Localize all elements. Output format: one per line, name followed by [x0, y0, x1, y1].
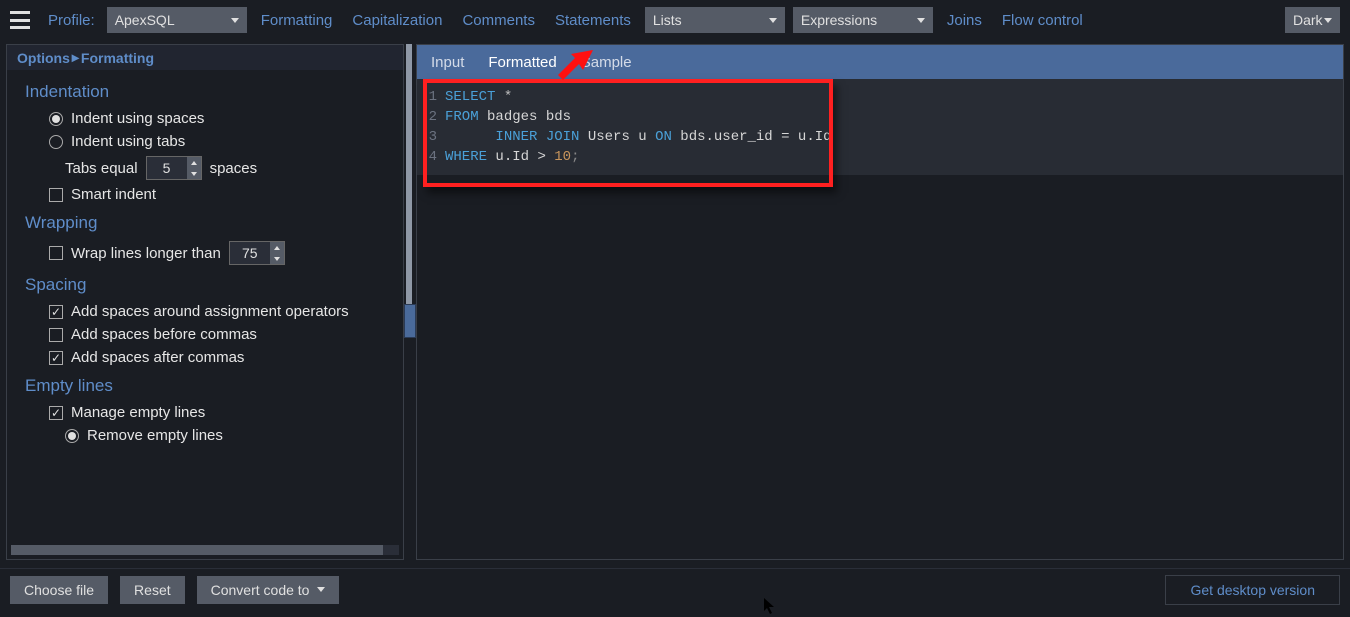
editor-tabs: Input Formatted Sample: [417, 45, 1343, 79]
radio-remove-empty[interactable]: [65, 429, 79, 443]
main-area: Options ▸ Formatting Indentation Indent …: [0, 40, 1350, 560]
menu-formatting[interactable]: Formatting: [255, 12, 339, 29]
code-view[interactable]: 1SELECT * 2FROM badges bds 3 INNER JOIN …: [417, 79, 1343, 175]
label-spaces-before-commas: Add spaces before commas: [71, 326, 257, 343]
profile-label: Profile:: [48, 12, 95, 29]
theme-value: Dark: [1293, 12, 1323, 28]
label-indent-tabs: Indent using tabs: [71, 133, 185, 150]
profile-value: ApexSQL: [115, 12, 175, 28]
code-container: 1SELECT * 2FROM badges bds 3 INNER JOIN …: [417, 79, 1343, 175]
choose-file-button[interactable]: Choose file: [10, 576, 108, 604]
hamburger-icon[interactable]: [10, 11, 30, 29]
line-number: 3: [417, 127, 445, 147]
radio-indent-spaces[interactable]: [49, 112, 63, 126]
section-indentation: Indentation: [25, 82, 385, 102]
breadcrumb-root[interactable]: Options: [17, 50, 70, 66]
menu-expressions-dropdown[interactable]: Expressions: [793, 7, 933, 33]
wrap-length-input[interactable]: [230, 242, 270, 264]
theme-dropdown[interactable]: Dark: [1285, 7, 1340, 33]
options-horizontal-scrollbar[interactable]: [11, 545, 399, 555]
breadcrumb-leaf[interactable]: Formatting: [81, 50, 154, 66]
reset-button[interactable]: Reset: [120, 576, 185, 604]
radio-indent-tabs[interactable]: [49, 135, 63, 149]
stepper-down-icon[interactable]: [187, 168, 201, 179]
options-panel: Options ▸ Formatting Indentation Indent …: [6, 44, 404, 560]
lists-label: Lists: [653, 12, 682, 28]
stepper-up-icon[interactable]: [187, 157, 201, 168]
stepper-down-icon[interactable]: [270, 253, 284, 264]
breadcrumb: Options ▸ Formatting: [7, 45, 403, 70]
menu-joins[interactable]: Joins: [941, 12, 988, 29]
label-smart-indent: Smart indent: [71, 186, 156, 203]
label-wrap-lines: Wrap lines longer than: [71, 245, 221, 262]
label-tabs-equal-pre: Tabs equal: [65, 160, 138, 177]
caret-down-icon: [231, 18, 239, 23]
profile-dropdown[interactable]: ApexSQL: [107, 7, 247, 33]
checkbox-spaces-before-commas[interactable]: [49, 328, 63, 342]
label-remove-empty: Remove empty lines: [87, 427, 223, 444]
section-empty-lines: Empty lines: [25, 376, 385, 396]
caret-down-icon: [917, 18, 925, 23]
caret-down-icon: [769, 18, 777, 23]
breadcrumb-sep-icon: ▸: [72, 49, 79, 66]
label-manage-empty: Manage empty lines: [71, 404, 205, 421]
top-bar: Profile: ApexSQL Formatting Capitalizati…: [0, 0, 1350, 40]
section-wrapping: Wrapping: [25, 213, 385, 233]
bottom-bar: Choose file Reset Convert code to Get de…: [0, 568, 1350, 610]
wrap-length-stepper[interactable]: [229, 241, 285, 265]
get-desktop-version-link[interactable]: Get desktop version: [1165, 575, 1340, 605]
editor-panel: Input Formatted Sample 1SELECT * 2FROM b…: [416, 44, 1344, 560]
menu-statements[interactable]: Statements: [549, 12, 637, 29]
menu-capitalization[interactable]: Capitalization: [346, 12, 448, 29]
tabs-equal-stepper[interactable]: [146, 156, 202, 180]
tab-sample[interactable]: Sample: [581, 54, 632, 71]
expressions-label: Expressions: [801, 12, 877, 28]
caret-down-icon: [317, 587, 325, 592]
checkbox-spaces-assign[interactable]: [49, 305, 63, 319]
panel-splitter[interactable]: [404, 44, 414, 560]
label-spaces-assign: Add spaces around assignment operators: [71, 303, 349, 320]
scrollbar-thumb[interactable]: [11, 545, 383, 555]
menu-flow-control[interactable]: Flow control: [996, 12, 1089, 29]
line-number: 2: [417, 107, 445, 127]
options-body: Indentation Indent using spaces Indent u…: [7, 70, 403, 545]
tab-formatted[interactable]: Formatted: [488, 54, 556, 71]
line-number: 1: [417, 87, 445, 107]
line-number: 4: [417, 147, 445, 167]
label-indent-spaces: Indent using spaces: [71, 110, 204, 127]
menu-lists-dropdown[interactable]: Lists: [645, 7, 785, 33]
section-spacing: Spacing: [25, 275, 385, 295]
tabs-equal-input[interactable]: [147, 157, 187, 179]
checkbox-spaces-after-commas[interactable]: [49, 351, 63, 365]
caret-down-icon: [1324, 18, 1332, 23]
convert-code-dropdown[interactable]: Convert code to: [197, 576, 340, 604]
checkbox-manage-empty[interactable]: [49, 406, 63, 420]
label-tabs-equal-post: spaces: [210, 160, 258, 177]
stepper-up-icon[interactable]: [270, 242, 284, 253]
checkbox-wrap-lines[interactable]: [49, 246, 63, 260]
menu-comments[interactable]: Comments: [456, 12, 541, 29]
checkbox-smart-indent[interactable]: [49, 188, 63, 202]
tab-input[interactable]: Input: [431, 54, 464, 71]
label-spaces-after-commas: Add spaces after commas: [71, 349, 244, 366]
